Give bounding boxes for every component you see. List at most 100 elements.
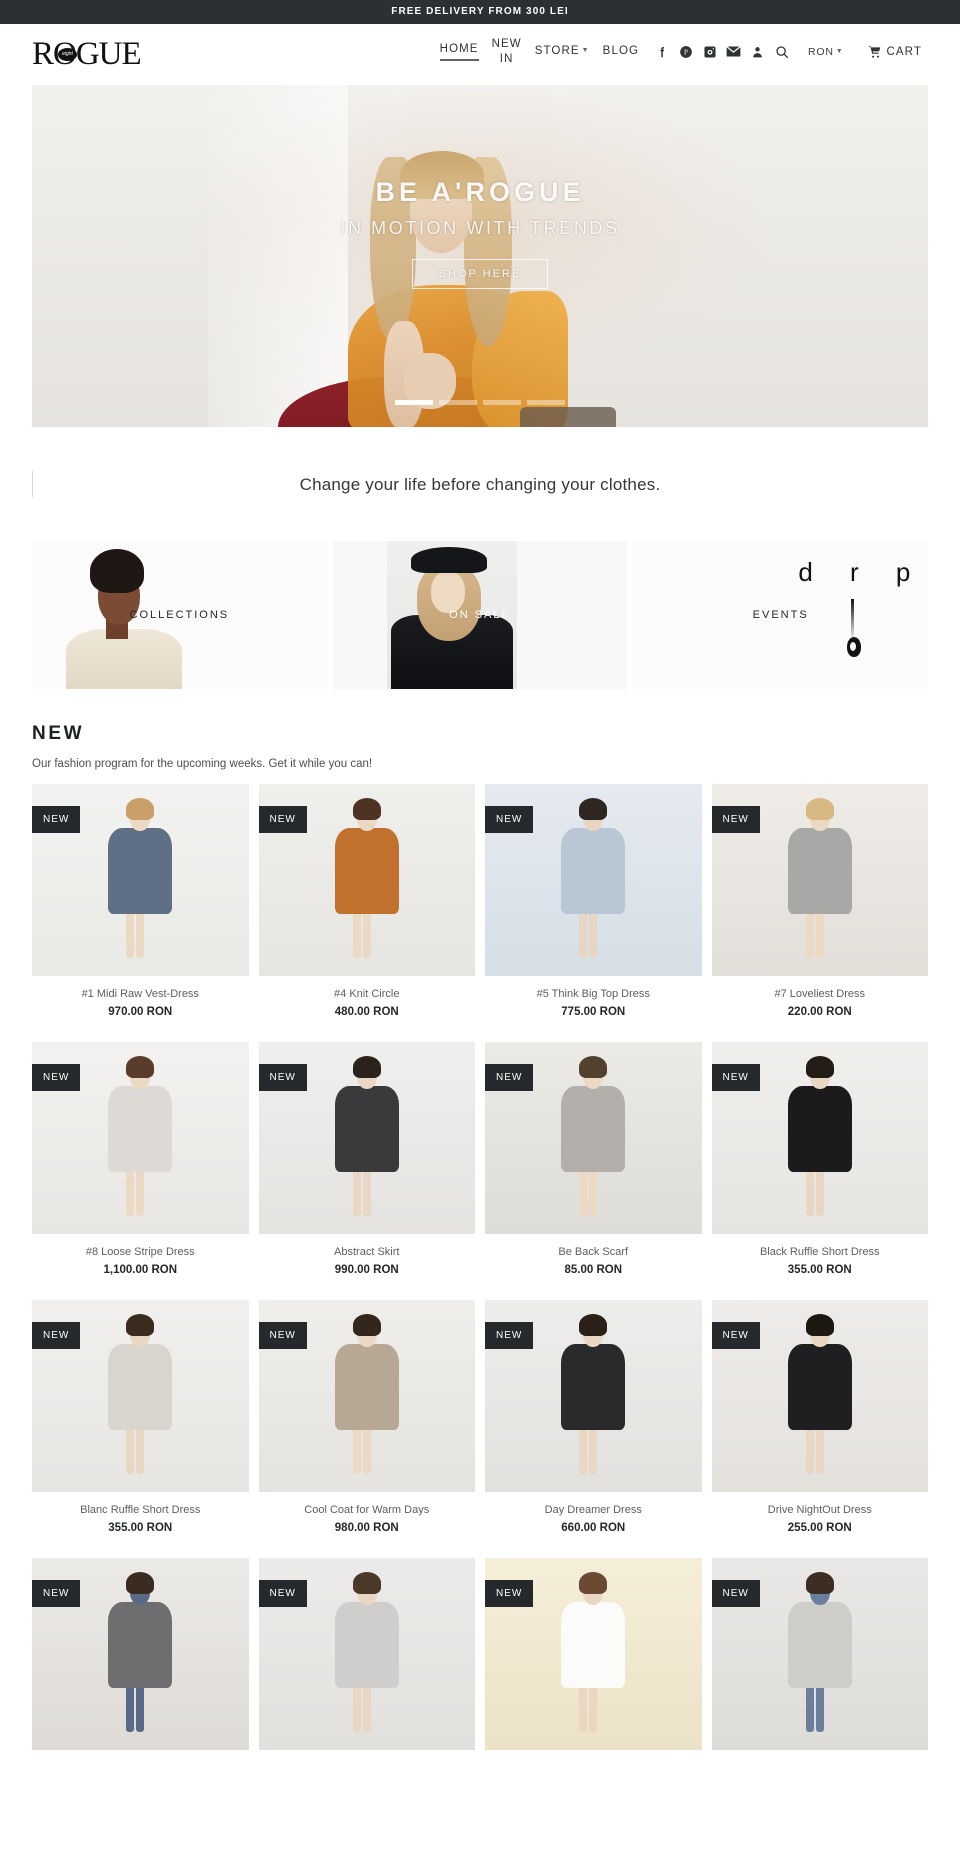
new-badge: NEW bbox=[485, 1322, 534, 1349]
hero-cta-button[interactable]: SHOP HERE bbox=[411, 259, 549, 289]
product-image[interactable]: NEW bbox=[258, 1042, 475, 1234]
chevron-down-icon: ▼ bbox=[581, 46, 590, 54]
product-card[interactable]: NEW Blanc Ruffle Short Dress 355.00 RON bbox=[32, 1300, 249, 1534]
product-price: 480.00 RON bbox=[334, 1006, 399, 1018]
product-price: 85.00 RON bbox=[564, 1264, 623, 1276]
product-name: #5 Think Big Top Dress bbox=[536, 988, 650, 1000]
product-name: Drive NightOut Dress bbox=[767, 1504, 872, 1516]
hero-dot-1[interactable] bbox=[395, 400, 433, 405]
search-icon[interactable] bbox=[774, 44, 789, 59]
product-image[interactable]: NEW bbox=[258, 1558, 475, 1750]
product-card[interactable]: NEW Black Ruffle Short Dress 355.00 RON bbox=[711, 1042, 928, 1276]
new-badge: NEW bbox=[711, 1322, 760, 1349]
product-price: 660.00 RON bbox=[561, 1522, 626, 1534]
hero-dot-2[interactable] bbox=[439, 400, 477, 405]
new-badge: NEW bbox=[711, 1064, 760, 1091]
pinterest-icon[interactable]: P bbox=[678, 44, 693, 59]
category-tile-events[interactable]: d r p EVENTS bbox=[633, 541, 929, 689]
hero-slider: BE A'ROGUE IN MOTION WITH TRENDS SHOP HE… bbox=[32, 85, 928, 427]
nav-item-new-in[interactable]: NEW IN bbox=[492, 37, 522, 66]
product-price: 775.00 RON bbox=[561, 1006, 626, 1018]
product-image[interactable]: NEW bbox=[258, 784, 475, 976]
nav-item-store[interactable]: STORE ▼ bbox=[535, 44, 590, 58]
product-image[interactable]: NEW bbox=[485, 1042, 702, 1234]
product-image[interactable]: NEW bbox=[32, 784, 249, 976]
product-price: 355.00 RON bbox=[108, 1522, 173, 1534]
product-image[interactable]: NEW bbox=[32, 1300, 249, 1492]
product-price: 980.00 RON bbox=[334, 1522, 399, 1534]
product-card[interactable]: NEW #1 Midi Raw Vest-Dress 970.00 RON bbox=[32, 784, 249, 1018]
new-badge: NEW bbox=[32, 806, 81, 833]
product-image[interactable]: NEW bbox=[485, 1300, 702, 1492]
product-price: 970.00 RON bbox=[108, 1006, 173, 1018]
product-card[interactable]: NEW Day Dreamer Dress 660.00 RON bbox=[485, 1300, 702, 1534]
product-price: 990.00 RON bbox=[334, 1264, 399, 1276]
social-icon-group: P bbox=[654, 44, 789, 59]
product-grid: NEW #1 Midi Raw Vest-Dress 970.00 RON NEW #4… bbox=[32, 784, 928, 1762]
hero-copy: BE A'ROGUE IN MOTION WITH TRENDS SHOP HE… bbox=[32, 177, 928, 289]
category-tile-on-sale[interactable]: ON SALE bbox=[332, 541, 628, 689]
product-card[interactable]: NEW Cool Coat for Warm Days 980.00 RON bbox=[258, 1300, 475, 1534]
product-card[interactable]: NEW bbox=[485, 1558, 702, 1762]
cart-label: CART bbox=[886, 45, 922, 58]
cart-button[interactable]: CART bbox=[867, 44, 923, 59]
instagram-icon[interactable] bbox=[702, 44, 717, 59]
category-tile-label: EVENTS bbox=[752, 609, 809, 621]
email-icon[interactable] bbox=[726, 44, 741, 59]
product-image[interactable]: NEW bbox=[711, 1042, 928, 1234]
product-card[interactable]: NEW Abstract Skirt 990.00 RON bbox=[258, 1042, 475, 1276]
product-card[interactable]: NEW bbox=[32, 1558, 249, 1762]
category-tile-label: COLLECTIONS bbox=[129, 609, 230, 621]
product-card[interactable]: NEW bbox=[258, 1558, 475, 1762]
ink-blob-icon bbox=[846, 637, 861, 657]
section-description: Our fashion program for the upcoming wee… bbox=[32, 758, 373, 770]
product-image[interactable]: NEW bbox=[258, 1300, 475, 1492]
site-logo[interactable]: ROGUE eight bbox=[32, 32, 142, 72]
hero-dot-3[interactable] bbox=[483, 400, 521, 405]
announcement-bar: FREE DELIVERY FROM 300 LEI bbox=[0, 0, 960, 24]
product-image[interactable]: NEW bbox=[485, 1558, 702, 1750]
product-card[interactable]: NEW #7 Loveliest Dress 220.00 RON bbox=[711, 784, 928, 1018]
product-card[interactable]: NEW #8 Loose Stripe Dress 1,100.00 RON bbox=[32, 1042, 249, 1276]
product-image[interactable]: NEW bbox=[711, 784, 928, 976]
category-tile-collections[interactable]: COLLECTIONS bbox=[32, 541, 327, 689]
product-price: 1,100.00 RON bbox=[103, 1264, 177, 1276]
product-name: #4 Knit Circle bbox=[334, 988, 400, 1000]
new-badge: NEW bbox=[32, 1322, 81, 1349]
site-header: ROGUE eight HOME NEW IN STORE ▼ BLOG P R… bbox=[0, 24, 960, 85]
product-image[interactable]: NEW bbox=[711, 1300, 928, 1492]
product-image[interactable]: NEW bbox=[32, 1042, 249, 1234]
logo-text: ROGUE bbox=[32, 36, 142, 72]
product-name: Cool Coat for Warm Days bbox=[304, 1504, 430, 1516]
product-image[interactable]: NEW bbox=[711, 1558, 928, 1750]
category-tile-label: ON SALE bbox=[449, 609, 511, 621]
product-name: Abstract Skirt bbox=[334, 1246, 400, 1258]
product-card[interactable]: NEW Be Back Scarf 85.00 RON bbox=[485, 1042, 702, 1276]
nav-item-blog[interactable]: BLOG bbox=[603, 44, 639, 58]
hero-subtitle: IN MOTION WITH TRENDS bbox=[340, 218, 620, 238]
product-image[interactable]: NEW bbox=[485, 784, 702, 976]
product-card[interactable]: NEW #4 Knit Circle 480.00 RON bbox=[258, 784, 475, 1018]
nav-item-store-label: STORE bbox=[534, 45, 580, 58]
currency-selector[interactable]: RON ▼ bbox=[808, 46, 843, 58]
product-image[interactable]: NEW bbox=[32, 1558, 249, 1750]
facebook-icon[interactable] bbox=[654, 44, 669, 59]
new-products-section: NEW Our fashion program for the upcoming… bbox=[32, 723, 928, 1762]
chevron-down-icon: ▼ bbox=[835, 48, 844, 56]
quote-text: Change your life before changing your cl… bbox=[299, 475, 661, 494]
quote-section: Change your life before changing your cl… bbox=[0, 427, 960, 541]
new-badge: NEW bbox=[711, 806, 760, 833]
new-badge: NEW bbox=[711, 1580, 760, 1607]
svg-text:P: P bbox=[684, 48, 688, 56]
account-icon[interactable] bbox=[750, 44, 765, 59]
product-card[interactable]: NEW #5 Think Big Top Dress 775.00 RON bbox=[485, 784, 702, 1018]
logo-badge: eight bbox=[58, 48, 77, 61]
nav-item-home[interactable]: HOME bbox=[439, 42, 479, 62]
product-name: Be Back Scarf bbox=[558, 1246, 629, 1258]
new-badge: NEW bbox=[32, 1064, 81, 1091]
product-price: 355.00 RON bbox=[787, 1264, 852, 1276]
hero-dot-4[interactable] bbox=[527, 400, 565, 405]
product-card[interactable]: NEW bbox=[711, 1558, 928, 1762]
product-card[interactable]: NEW Drive NightOut Dress 255.00 RON bbox=[711, 1300, 928, 1534]
product-name: Day Dreamer Dress bbox=[544, 1504, 642, 1516]
